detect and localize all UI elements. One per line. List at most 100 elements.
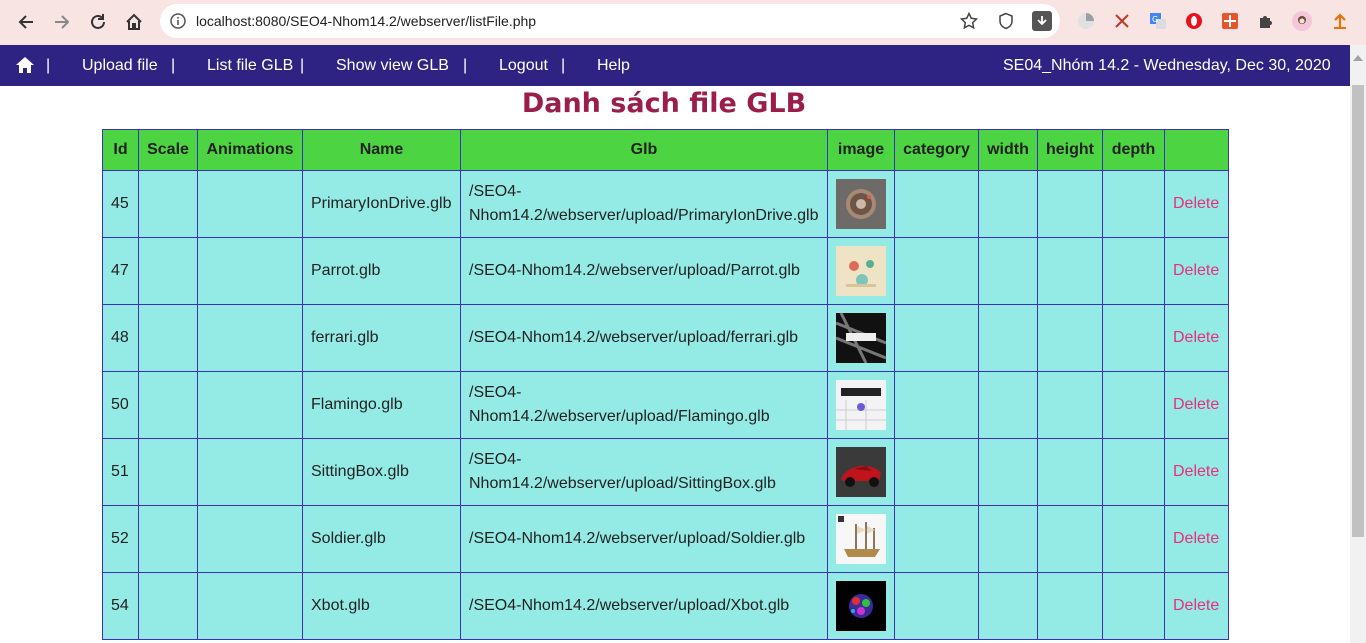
address-bar[interactable]: localhost:8080/SEO4-Nhom14.2/webserver/l…	[160, 4, 1060, 38]
cell-id: 52	[102, 505, 139, 573]
info-icon[interactable]	[170, 13, 186, 34]
extension-translate-icon[interactable]: G	[1148, 11, 1168, 31]
cell-depth	[1102, 304, 1165, 372]
cell-scale	[138, 438, 198, 506]
cell-depth	[1102, 505, 1165, 573]
glb-path-line1: /SEO4-	[469, 183, 522, 200]
cell-id: 51	[102, 438, 139, 506]
forward-icon[interactable]	[49, 9, 75, 35]
profile-avatar-icon[interactable]	[1292, 11, 1312, 31]
cell-height	[1037, 304, 1103, 372]
site-nav-bar: | Upload file | List file GLB | Show vie…	[0, 45, 1350, 86]
cell-category	[894, 170, 979, 238]
cell-name: Soldier.glb	[302, 505, 461, 573]
extension-x-icon[interactable]	[1112, 11, 1132, 31]
cell-scale	[138, 371, 198, 439]
extension-drive-icon[interactable]	[1076, 11, 1096, 31]
cell-animations	[197, 572, 303, 640]
cell-id: 45	[102, 170, 139, 238]
nav-show-view-glb[interactable]: Show view GLB	[336, 57, 449, 75]
nav-upload-file[interactable]: Upload file	[82, 57, 158, 75]
shield-icon[interactable]	[997, 12, 1015, 35]
thumbnail-image	[836, 246, 886, 296]
update-arrow-icon[interactable]	[1330, 11, 1350, 31]
cell-glb: /SEO4-Nhom14.2/webserver/upload/Soldier.…	[460, 505, 828, 573]
extensions-puzzle-icon[interactable]	[1256, 11, 1276, 31]
cell-height	[1037, 170, 1103, 238]
thumbnail-image	[836, 179, 886, 229]
cell-id: 47	[102, 237, 139, 305]
extension-grid-icon[interactable]	[1220, 11, 1240, 31]
cell-name: SittingBox.glb	[302, 438, 461, 506]
delete-link[interactable]: Delete	[1164, 505, 1229, 573]
nav-separator: |	[46, 57, 51, 74]
bookmark-star-icon[interactable]	[959, 11, 979, 35]
thumbnail-image	[836, 447, 886, 497]
delete-link[interactable]: Delete	[1164, 237, 1229, 305]
cell-category	[894, 505, 979, 573]
extension-opera-icon[interactable]	[1184, 11, 1204, 31]
cell-id: 48	[102, 304, 139, 372]
reload-icon[interactable]	[85, 9, 111, 35]
cell-width	[978, 304, 1038, 372]
delete-link[interactable]: Delete	[1164, 304, 1229, 372]
download-icon[interactable]	[1032, 11, 1052, 31]
cell-animations	[197, 371, 303, 439]
cell-width	[978, 438, 1038, 506]
glb-file-table: Id Scale Animations Name Glb image categ…	[102, 129, 1229, 640]
col-header-depth: depth	[1102, 129, 1165, 171]
cell-scale	[138, 170, 198, 238]
nav-separator: |	[300, 57, 305, 74]
table-row: 47 Parrot.glb /SEO4-Nhom14.2/webserver/u…	[102, 237, 1229, 305]
cell-glb: /SEO4-Nhom14.2/webserver/upload/ferrari.…	[460, 304, 828, 372]
nav-logout[interactable]: Logout	[499, 57, 548, 75]
glb-path-line2: Nhom14.2/webserver/upload/Flamingo.glb	[469, 408, 770, 425]
cell-image	[827, 572, 895, 640]
col-header-scale: Scale	[138, 129, 198, 171]
glb-path-line1: /SEO4-Nhom14.2/webserver/upload/ferrari.…	[469, 329, 799, 346]
cell-depth	[1102, 371, 1165, 439]
cell-image	[827, 371, 895, 439]
table-row: 50 Flamingo.glb /SEO4- Nhom14.2/webserver…	[102, 371, 1229, 439]
cell-glb: /SEO4- Nhom14.2/webserver/upload/PrimaryI…	[460, 170, 828, 238]
cell-image	[827, 170, 895, 238]
delete-link[interactable]: Delete	[1164, 572, 1229, 640]
cell-animations	[197, 505, 303, 573]
scrollbar-thumb[interactable]	[1352, 85, 1364, 537]
cell-depth	[1102, 237, 1165, 305]
nav-help[interactable]: Help	[597, 57, 630, 75]
col-header-name: Name	[302, 129, 461, 171]
glb-path-line1: /SEO4-Nhom14.2/webserver/upload/Xbot.glb	[469, 597, 790, 614]
table-row: 48 ferrari.glb /SEO4-Nhom14.2/webserver/…	[102, 304, 1229, 372]
col-header-image: image	[827, 129, 895, 171]
nav-separator: |	[171, 57, 176, 74]
nav-list-file-glb[interactable]: List file GLB	[207, 57, 293, 75]
cell-height	[1037, 572, 1103, 640]
home-browser-icon[interactable]	[121, 9, 147, 35]
svg-text:G: G	[1152, 15, 1158, 24]
cell-width	[978, 572, 1038, 640]
thumbnail-image	[836, 380, 886, 430]
cell-height	[1037, 438, 1103, 506]
glb-path-line1: /SEO4-Nhom14.2/webserver/upload/Soldier.…	[469, 530, 806, 547]
cell-name: Xbot.glb	[302, 572, 461, 640]
cell-depth	[1102, 170, 1165, 238]
table-header-row: Id Scale Animations Name Glb image categ…	[102, 129, 1229, 171]
cell-glb: /SEO4-Nhom14.2/webserver/upload/Xbot.glb	[460, 572, 828, 640]
cell-name: Flamingo.glb	[302, 371, 461, 439]
cell-name: ferrari.glb	[302, 304, 461, 372]
glb-path-line2: Nhom14.2/webserver/upload/SittingBox.glb	[469, 475, 776, 492]
scroll-up-arrow-icon[interactable]	[1352, 50, 1364, 61]
table-row: 45 PrimaryIonDrive.glb /SEO4- Nhom14.2/we…	[102, 170, 1229, 238]
delete-link[interactable]: Delete	[1164, 170, 1229, 238]
back-icon[interactable]	[13, 9, 39, 35]
cell-glb: /SEO4- Nhom14.2/webserver/upload/SittingB…	[460, 438, 828, 506]
delete-link[interactable]: Delete	[1164, 438, 1229, 506]
col-header-animations: Animations	[197, 129, 303, 171]
cell-id: 50	[102, 371, 139, 439]
home-icon[interactable]	[15, 56, 35, 79]
delete-link[interactable]: Delete	[1164, 371, 1229, 439]
cell-height	[1037, 505, 1103, 573]
cell-category	[894, 304, 979, 372]
cell-image	[827, 505, 895, 573]
